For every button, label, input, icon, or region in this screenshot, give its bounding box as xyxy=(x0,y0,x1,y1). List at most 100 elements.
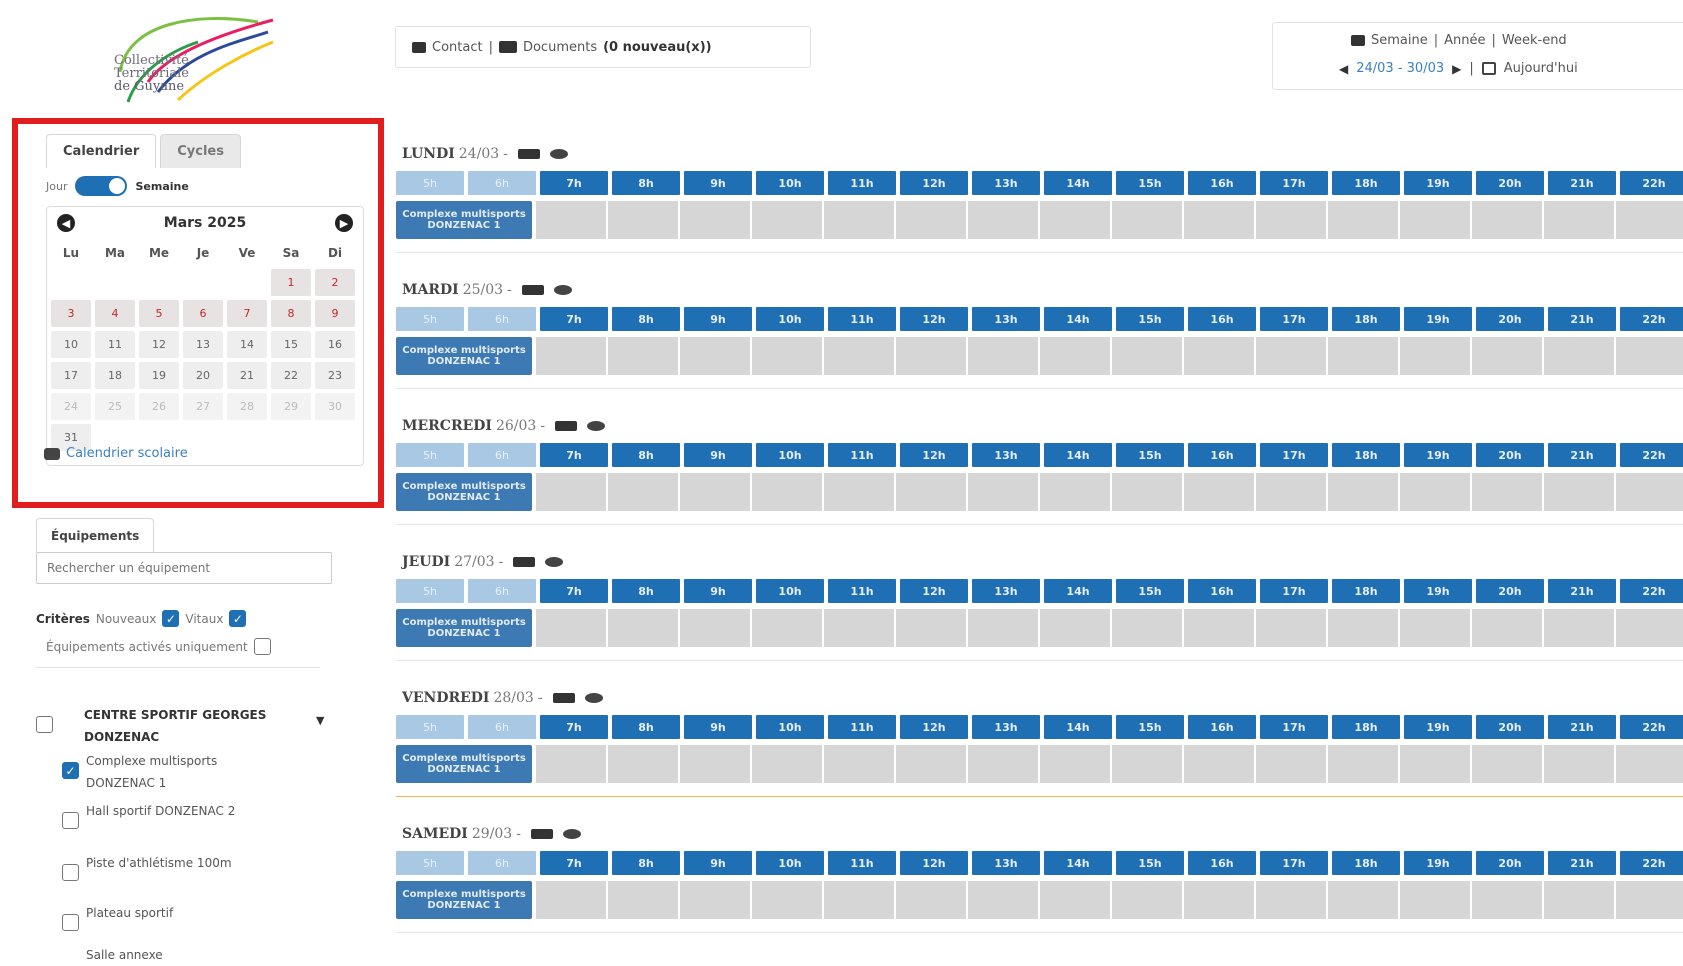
room-label[interactable]: Complexe multisports DONZENAC 1 xyxy=(396,473,532,511)
day-cell[interactable]: 19 xyxy=(139,362,179,389)
top-nav: Contact | Documents (0 nouveau(x)) xyxy=(395,26,811,68)
day-name: VENDREDI xyxy=(402,690,490,706)
time-slots[interactable] xyxy=(536,337,1683,375)
day-cell[interactable]: 6 xyxy=(183,300,223,327)
day-cell[interactable]: 13 xyxy=(183,331,223,358)
bed-icon[interactable] xyxy=(517,149,540,159)
criteria-a-checkbox[interactable]: ✓ xyxy=(162,610,180,627)
hour-cell: 7h xyxy=(540,851,608,875)
time-slots[interactable] xyxy=(536,609,1683,647)
bed-icon[interactable] xyxy=(552,693,575,703)
day-cell[interactable]: 20 xyxy=(183,362,223,389)
eye-icon[interactable] xyxy=(584,693,603,703)
hour-cell: 20h xyxy=(1476,851,1544,875)
day-cell[interactable]: 8 xyxy=(271,300,311,327)
day-cell[interactable]: 15 xyxy=(271,331,311,358)
date-range[interactable]: 24/03 - 30/03 xyxy=(1356,61,1444,76)
day-cell[interactable]: 4 xyxy=(95,300,135,327)
equipment-search-input[interactable] xyxy=(36,552,332,584)
time-slots[interactable] xyxy=(536,201,1683,239)
bed-icon[interactable] xyxy=(555,421,578,431)
hour-cell: 8h xyxy=(612,579,680,603)
documents-link[interactable]: Documents xyxy=(523,40,597,55)
day-cell[interactable]: 16 xyxy=(315,331,355,358)
day-week-switch[interactable] xyxy=(75,176,128,196)
day-cell[interactable]: 10 xyxy=(51,331,91,358)
day-cell[interactable]: 18 xyxy=(95,362,135,389)
contact-link[interactable]: Contact xyxy=(432,40,483,55)
eye-icon[interactable] xyxy=(587,421,606,431)
hour-cell: 16h xyxy=(1188,307,1256,331)
day-cell[interactable]: 2 xyxy=(315,269,355,296)
bed-icon[interactable] xyxy=(521,285,544,295)
day-title: LUNDI 24/03- xyxy=(402,146,568,162)
day-cell[interactable]: 12 xyxy=(139,331,179,358)
tab-cycles[interactable]: Cycles xyxy=(160,134,241,168)
bed-icon[interactable] xyxy=(513,557,536,567)
logo: Collectivité Territoriale de Guyane xyxy=(108,12,278,110)
hour-cell: 10h xyxy=(756,443,824,467)
child-checkbox[interactable] xyxy=(62,914,79,931)
day-cell[interactable]: 21 xyxy=(227,362,267,389)
day-cell[interactable]: 22 xyxy=(271,362,311,389)
tab-equipments[interactable]: Équipements xyxy=(36,518,155,552)
day-cell[interactable]: 24 xyxy=(51,393,91,420)
view-weekend[interactable]: Week-end xyxy=(1502,33,1567,48)
hour-cell: 21h xyxy=(1548,307,1616,331)
view-week[interactable]: Semaine xyxy=(1371,33,1428,48)
eye-icon[interactable] xyxy=(562,829,581,839)
day-cell[interactable]: 3 xyxy=(51,300,91,327)
child-checkbox[interactable]: ✓ xyxy=(62,762,79,779)
eye-icon[interactable] xyxy=(553,285,572,295)
parent-checkbox[interactable] xyxy=(36,716,53,733)
day-cell[interactable]: 14 xyxy=(227,331,267,358)
day-cell[interactable]: 5 xyxy=(139,300,179,327)
hour-cell: 19h xyxy=(1404,443,1472,467)
toggle-left-label: Jour xyxy=(46,179,68,193)
time-slots[interactable] xyxy=(536,745,1683,783)
active-only-checkbox[interactable] xyxy=(253,638,271,655)
view-sep-1: | xyxy=(1433,33,1439,48)
child-checkbox[interactable] xyxy=(62,812,79,829)
hour-cell: 19h xyxy=(1404,307,1472,331)
room-label[interactable]: Complexe multisports DONZENAC 1 xyxy=(396,881,532,919)
prev-week-icon[interactable]: ◀ xyxy=(1339,62,1348,76)
eye-icon[interactable] xyxy=(549,149,568,159)
time-slots[interactable] xyxy=(536,473,1683,511)
hour-cell: 20h xyxy=(1476,579,1544,603)
tab-calendar[interactable]: Calendrier xyxy=(46,134,157,168)
day-cell[interactable]: 7 xyxy=(227,300,267,327)
next-month-icon[interactable]: ▶ xyxy=(335,214,353,232)
view-year[interactable]: Année xyxy=(1444,33,1485,48)
day-cell[interactable]: 25 xyxy=(95,393,135,420)
day-name: LUNDI xyxy=(402,146,455,162)
hour-cell: 18h xyxy=(1332,851,1400,875)
room-label[interactable]: Complexe multisports DONZENAC 1 xyxy=(396,201,532,239)
day-cell[interactable]: 17 xyxy=(51,362,91,389)
hour-cell: 14h xyxy=(1044,171,1112,195)
day-cell[interactable]: 1 xyxy=(271,269,311,296)
chevron-down-icon[interactable]: ▼ xyxy=(316,714,324,727)
day-cell[interactable]: 27 xyxy=(183,393,223,420)
hour-cell: 17h xyxy=(1260,579,1328,603)
criteria-b-checkbox[interactable]: ✓ xyxy=(229,610,247,627)
day-cell[interactable]: 23 xyxy=(315,362,355,389)
day-cell[interactable]: 30 xyxy=(315,393,355,420)
day-cell[interactable]: 9 xyxy=(315,300,355,327)
day-cell[interactable]: 11 xyxy=(95,331,135,358)
child-checkbox[interactable] xyxy=(62,864,79,881)
next-week-icon[interactable]: ▶ xyxy=(1452,62,1461,76)
time-slots[interactable] xyxy=(536,881,1683,919)
eye-icon[interactable] xyxy=(545,557,564,567)
school-calendar-link[interactable]: Calendrier scolaire xyxy=(44,446,188,461)
today-button[interactable]: Aujourd'hui xyxy=(1504,61,1578,76)
day-cell[interactable]: 26 xyxy=(139,393,179,420)
day-cell[interactable]: 29 xyxy=(271,393,311,420)
day-cell[interactable]: 28 xyxy=(227,393,267,420)
bed-icon[interactable] xyxy=(530,829,553,839)
datepicker-month: Mars 2025 xyxy=(163,215,247,231)
room-label[interactable]: Complexe multisports DONZENAC 1 xyxy=(396,609,532,647)
prev-month-icon[interactable]: ◀ xyxy=(57,214,75,232)
room-label[interactable]: Complexe multisports DONZENAC 1 xyxy=(396,337,532,375)
room-label[interactable]: Complexe multisports DONZENAC 1 xyxy=(396,745,532,783)
